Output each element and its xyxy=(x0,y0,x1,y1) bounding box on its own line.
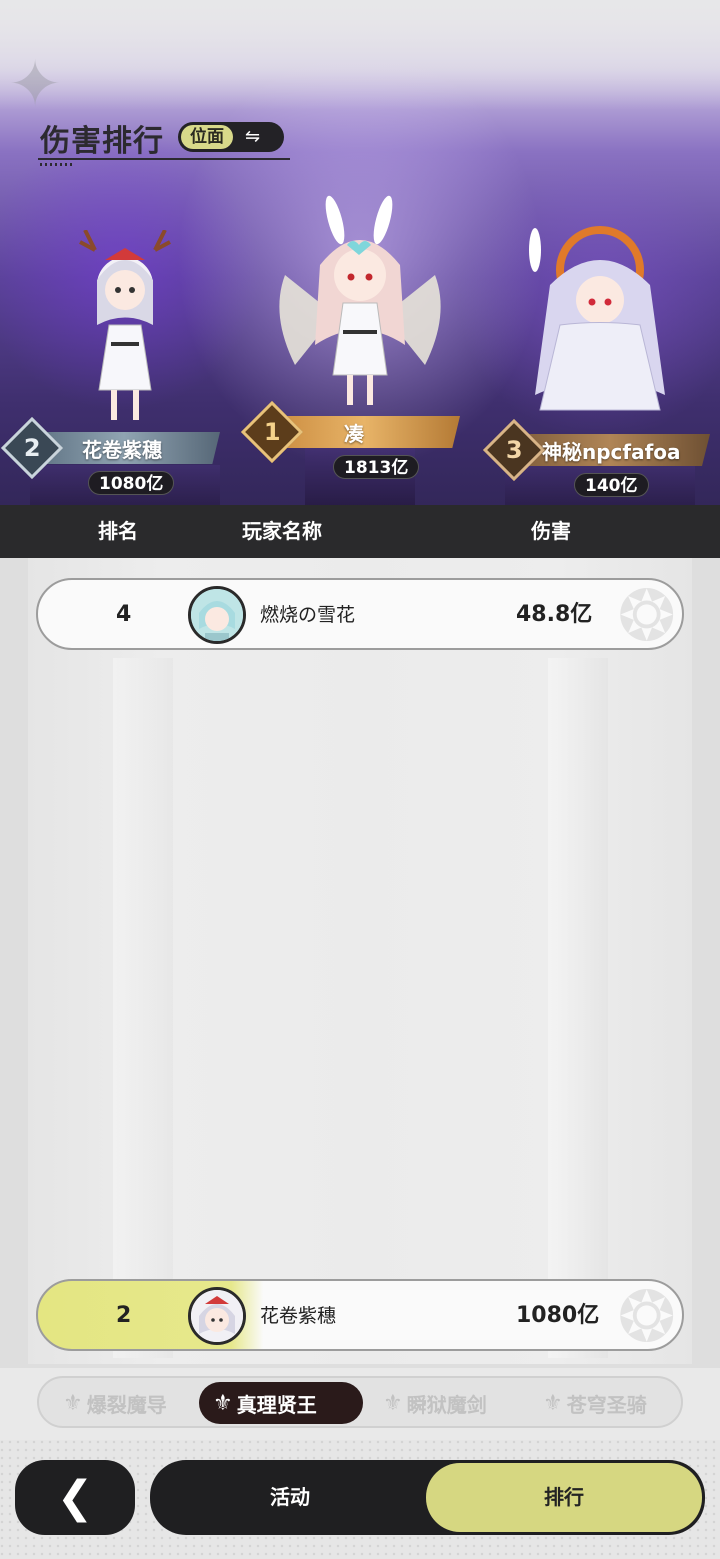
hero-fade xyxy=(0,0,720,110)
pillar-decoration xyxy=(548,658,608,1358)
table-header: 排名 玩家名称 伤害 xyxy=(0,505,720,558)
column-header-damage: 伤害 xyxy=(531,519,571,543)
podium-name-second: 花卷紫穗 xyxy=(82,437,162,462)
podium-damage-first: 1813亿 xyxy=(333,455,420,479)
tab-class-2[interactable]: ⚜ 瞬狱魔剑 xyxy=(369,1382,501,1424)
row-player-name: 燃烧の雪花 xyxy=(260,604,356,626)
column-header-rank: 排名 xyxy=(98,519,138,543)
podium-damage-second: 1080亿 xyxy=(88,471,175,495)
row-rank: 4 xyxy=(116,602,132,627)
emblem-icon: ❂ xyxy=(617,1279,676,1351)
scope-label: 位面 xyxy=(181,125,233,149)
swap-icon: ⇋ xyxy=(245,126,261,147)
podium-hero: ✦ 伤害排行 位面 ⇋ 2 花卷紫穗 1 凑 3 神秘npcfafoa 1813… xyxy=(0,0,720,505)
podium-name-first: 凑 xyxy=(344,421,364,446)
podium-name-third: 神秘npcfafoa xyxy=(542,439,681,464)
tab-label: 苍穹圣骑 xyxy=(566,1392,647,1417)
bottom-nav: 活动 排行 xyxy=(150,1460,705,1535)
emblem-icon: ⚜ xyxy=(213,1390,233,1416)
podium-plate-third[interactable]: 3 神秘npcfafoa xyxy=(482,418,710,482)
tab-label: 爆裂魔导 xyxy=(86,1392,167,1417)
row-damage: 1080亿 xyxy=(516,1303,600,1328)
character-second[interactable] xyxy=(75,230,175,430)
self-rank-row[interactable]: 2 花卷紫穗 1080亿 ❂ xyxy=(36,1279,684,1351)
tab-label: 瞬狱魔剑 xyxy=(406,1392,487,1417)
row-damage: 48.8亿 xyxy=(516,602,593,627)
rank-number: 3 xyxy=(505,435,523,464)
ranking-list[interactable] xyxy=(0,558,720,1368)
scope-toggle-button[interactable]: 位面 ⇋ xyxy=(178,122,284,152)
ranking-title-group: 伤害排行 位面 ⇋ xyxy=(38,116,293,166)
row-player-name: 花卷紫穗 xyxy=(260,1305,337,1327)
tab-ranking[interactable]: 排行 xyxy=(426,1463,702,1532)
tab-label: 真理贤王 xyxy=(236,1392,317,1417)
tab-activity[interactable]: 活动 xyxy=(150,1460,430,1535)
title-underline xyxy=(38,158,290,160)
pillar-decoration xyxy=(113,658,173,1358)
emblem-icon: ⚜ xyxy=(63,1390,83,1416)
rank-number: 2 xyxy=(23,433,41,462)
page-title: 伤害排行 xyxy=(40,124,164,159)
tab-class-1[interactable]: ⚜ 真理贤王 xyxy=(199,1382,363,1424)
avatar-icon[interactable] xyxy=(188,586,246,644)
rank-number: 1 xyxy=(263,417,281,446)
back-button[interactable]: ❮ xyxy=(15,1460,135,1535)
character-third[interactable] xyxy=(505,225,685,435)
emblem-icon: ❂ xyxy=(617,578,676,650)
podium-damage-third: 140亿 xyxy=(574,473,649,497)
podium-plate-second[interactable]: 2 花卷紫穗 xyxy=(0,416,220,480)
podium-plate-first[interactable]: 1 凑 xyxy=(240,400,460,464)
column-header-player-name: 玩家名称 xyxy=(242,519,322,543)
avatar-icon[interactable] xyxy=(188,1287,246,1345)
emblem-icon: ⚜ xyxy=(383,1390,403,1416)
tab-class-3[interactable]: ⚜ 苍穹圣骑 xyxy=(529,1382,661,1424)
row-rank: 2 xyxy=(116,1303,132,1328)
list-panel xyxy=(28,558,692,1364)
table-row[interactable]: 4 燃烧の雪花 48.8亿 ❂ xyxy=(36,578,684,650)
title-dots xyxy=(40,163,74,166)
chevron-left-icon: ❮ xyxy=(56,1472,94,1523)
class-tabs: ⚜ 爆裂魔导 ⚜ 真理贤王 ⚜ 瞬狱魔剑 ⚜ 苍穹圣骑 xyxy=(37,1376,683,1428)
character-first[interactable] xyxy=(265,195,455,415)
emblem-icon: ⚜ xyxy=(543,1390,563,1416)
tab-class-0[interactable]: ⚜ 爆裂魔导 xyxy=(49,1382,181,1424)
